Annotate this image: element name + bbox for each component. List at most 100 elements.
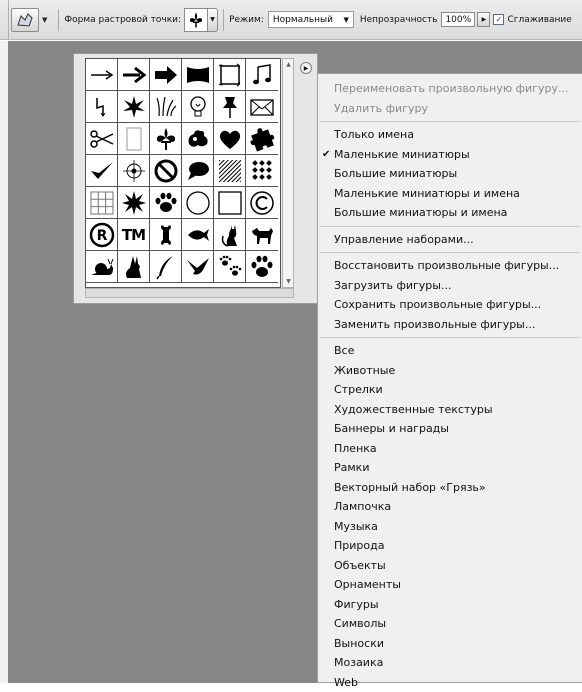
menu-item[interactable]: Все [318,341,582,361]
picker-resize-bar[interactable] [85,288,294,298]
shape-cell[interactable] [214,59,246,91]
antialias-label: Сглаживание [507,15,571,25]
menu-item[interactable]: Сохранить произвольные фигуры... [318,295,582,315]
grass-icon [153,94,179,120]
menu-item-label: Удалить фигуру [334,102,428,115]
menu-item-label: Объекты [334,559,386,572]
menu-item-label: Заменить произвольные фигуры... [334,318,535,331]
shape-cell[interactable] [182,219,214,251]
menu-item[interactable]: Загрузить фигуры... [318,276,582,296]
menu-item[interactable]: Web [318,673,582,692]
shape-cell[interactable] [118,155,150,187]
shape-cell[interactable] [86,123,118,155]
picker-menu-button[interactable]: ▶ [300,62,312,74]
target-icon [121,158,147,184]
menu-item-label: Художественные текстуры [334,403,493,416]
menu-item[interactable]: Объекты [318,556,582,576]
menu-item[interactable]: ✔Маленькие миниатюры [318,145,582,165]
shape-cell[interactable] [118,187,150,219]
menu-item[interactable]: Рамки [318,458,582,478]
options-bar: ▼ Форма растровой точки: ▼ Режим: Нормал… [0,0,582,40]
menu-item[interactable]: Мозаика [318,653,582,673]
shape-cell[interactable]: TM [118,219,150,251]
shape-cell[interactable] [214,251,246,283]
menu-item-label: Выноски [334,637,384,650]
menu-item[interactable]: Стрелки [318,380,582,400]
shape-cell[interactable] [246,91,278,123]
menu-item[interactable]: Выноски [318,634,582,654]
mode-select[interactable]: Нормальный ▼ [268,11,354,28]
tool-preset-button[interactable] [11,8,39,32]
scroll-up-icon[interactable]: ▲ [284,60,293,69]
menu-item[interactable]: Лампочка [318,497,582,517]
shape-cell[interactable] [150,155,182,187]
shape-picker-dropdown[interactable]: ▼ [208,8,218,32]
shape-cell[interactable] [150,59,182,91]
antialias-checkbox[interactable]: ✓ [493,14,504,25]
shape-cell[interactable] [150,219,182,251]
shape-cell[interactable] [118,91,150,123]
menu-separator [320,337,580,338]
shape-cell[interactable] [182,59,214,91]
menu-item[interactable]: Маленькие миниатюры и имена [318,184,582,204]
menu-item[interactable]: Орнаменты [318,575,582,595]
menu-item[interactable]: Большие миниатюры и имена [318,203,582,223]
tool-preset-dropdown-arrow[interactable]: ▼ [42,16,47,24]
menu-item[interactable]: Векторный набор «Грязь» [318,478,582,498]
menu-item[interactable]: Баннеры и награды [318,419,582,439]
opacity-input[interactable]: 100% [441,12,475,27]
shape-cell[interactable] [214,91,246,123]
shape-cell[interactable] [86,155,118,187]
shape-cell[interactable]: R [86,219,118,251]
menu-item[interactable]: Художественные текстуры [318,400,582,420]
shape-cell[interactable] [246,123,278,155]
shape-cell[interactable] [214,187,246,219]
fleur-de-lis-icon [187,11,205,29]
shape-cell[interactable] [246,155,278,187]
shape-cell[interactable] [86,187,118,219]
menu-item[interactable]: Большие миниатюры [318,164,582,184]
shape-cell[interactable] [118,59,150,91]
speech-bubble-icon [185,158,211,184]
shape-cell[interactable] [246,59,278,91]
menu-item[interactable]: Управление наборами... [318,230,582,250]
shape-swatch[interactable] [184,8,208,32]
menu-item[interactable]: Символы [318,614,582,634]
shape-cell[interactable] [246,219,278,251]
shape-cell[interactable] [150,251,182,283]
scroll-down-icon[interactable]: ▼ [284,277,293,286]
shape-cell[interactable] [182,91,214,123]
menu-item[interactable]: Музыка [318,517,582,537]
menu-item[interactable]: Фигуры [318,595,582,615]
shape-cell[interactable] [86,59,118,91]
shape-cell[interactable] [214,155,246,187]
shape-cell[interactable] [214,123,246,155]
shape-cell[interactable] [182,123,214,155]
picker-flyout-menu: Переименовать произвольную фигуру... Удал… [317,73,582,683]
menu-item[interactable]: Природа [318,536,582,556]
shape-cell[interactable] [182,187,214,219]
fish-icon [185,222,211,248]
mode-label: Режим: [229,15,264,25]
menu-item[interactable]: Животные [318,361,582,381]
menu-item[interactable]: Восстановить произвольные фигуры... [318,256,582,276]
shape-cell[interactable] [150,91,182,123]
shape-cell[interactable] [246,187,278,219]
shape-cell[interactable] [150,187,182,219]
shape-cell[interactable] [118,123,150,155]
shape-cell[interactable] [182,251,214,283]
shape-cell[interactable] [214,219,246,251]
picker-scrollbar[interactable]: ▲ ▼ [282,58,294,288]
shape-cell[interactable] [182,155,214,187]
menu-item[interactable]: Заменить произвольные фигуры... [318,315,582,335]
shape-cell[interactable] [150,123,182,155]
menu-item[interactable]: Только имена [318,125,582,145]
shape-cell[interactable] [118,251,150,283]
shape-cell[interactable] [86,91,118,123]
menu-item[interactable]: Пленка [318,439,582,459]
shape-cell[interactable] [246,251,278,283]
shape-cell[interactable] [86,251,118,283]
menu-item: Переименовать произвольную фигуру... [318,79,582,99]
dog-icon [249,222,275,248]
opacity-slider-button[interactable]: ▶ [477,12,490,27]
